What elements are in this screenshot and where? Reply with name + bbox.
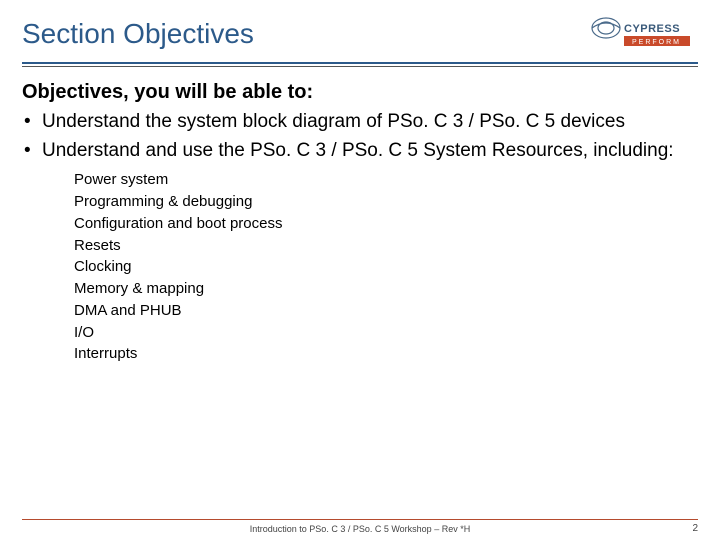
footer-rule <box>22 519 698 520</box>
list-item: Understand the system block diagram of P… <box>22 110 698 135</box>
list-item: DMA and PHUB <box>74 300 698 322</box>
footer: Introduction to PSo. C 3 / PSo. C 5 Work… <box>0 519 720 534</box>
list-item: Memory & mapping <box>74 278 698 300</box>
list-item: Programming & debugging <box>74 191 698 213</box>
bullet-list: Understand the system block diagram of P… <box>22 110 698 163</box>
header: Section Objectives CYPRESS PERFORM <box>0 0 720 58</box>
sub-bullet-list: Power system Programming & debugging Con… <box>74 169 698 365</box>
list-item: Clocking <box>74 256 698 278</box>
title-rule-primary <box>22 62 698 64</box>
svg-text:PERFORM: PERFORM <box>632 39 681 46</box>
list-item: Understand and use the PSo. C 3 / PSo. C… <box>22 139 698 164</box>
list-item: Power system <box>74 169 698 191</box>
slide-body: Objectives, you will be able to: Underst… <box>0 67 720 365</box>
list-item: Interrupts <box>74 343 698 365</box>
list-item: Configuration and boot process <box>74 213 698 235</box>
list-item: I/O <box>74 322 698 344</box>
objectives-subtitle: Objectives, you will be able to: <box>22 81 698 104</box>
slide: Section Objectives CYPRESS PERFORM Objec… <box>0 0 720 540</box>
svg-text:CYPRESS: CYPRESS <box>624 23 680 35</box>
list-item: Resets <box>74 235 698 257</box>
footer-text: Introduction to PSo. C 3 / PSo. C 5 Work… <box>0 524 720 534</box>
page-number: 2 <box>692 523 698 534</box>
cypress-logo: CYPRESS PERFORM <box>588 14 698 50</box>
